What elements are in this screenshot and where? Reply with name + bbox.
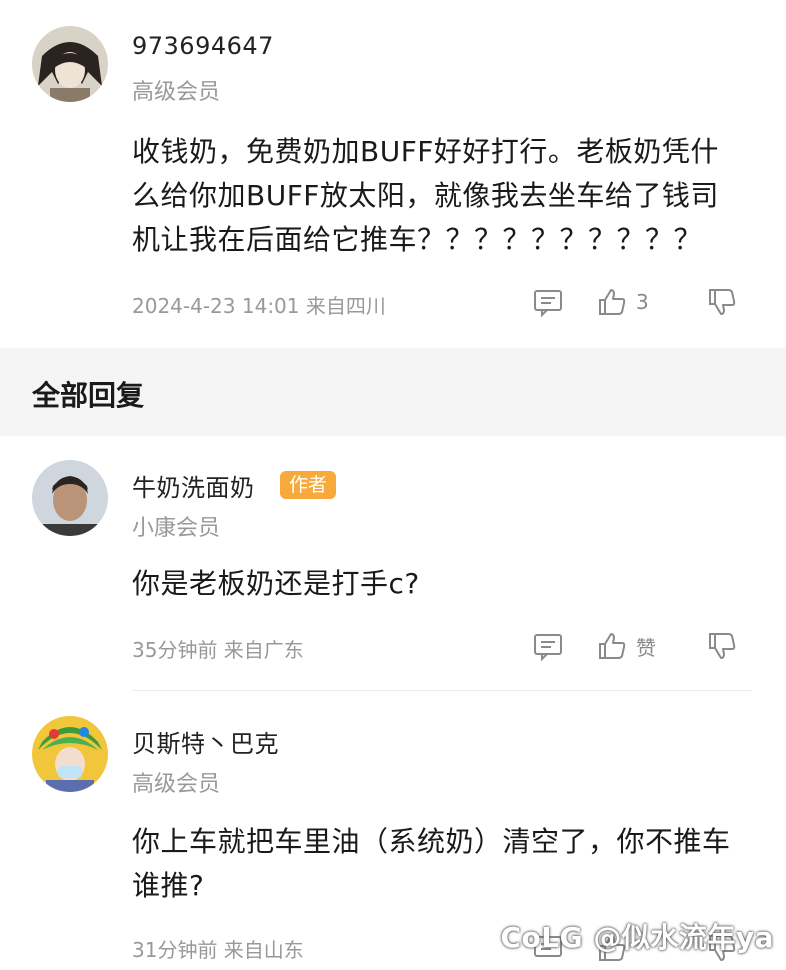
like-count: 3 (636, 290, 649, 314)
like-button[interactable]: 赞 (596, 630, 656, 662)
author-badge: 作者 (280, 471, 337, 499)
comment-actions: 3 (526, 284, 786, 324)
divider (132, 690, 752, 691)
thumbs-up-icon (599, 633, 626, 659)
member-level: 高级会员 (132, 772, 221, 797)
reply-meta: 35分钟前 来自广东 (132, 638, 304, 662)
comment-text: 收钱奶，免费奶加BUFF好好打行。老板奶凭什么给你加BUFF放太阳，就像我去坐车… (132, 135, 719, 256)
reply-actions: 赞 (526, 628, 786, 668)
member-level: 小康会员 (132, 516, 221, 541)
thumbs-down-icon (709, 633, 736, 659)
thumbs-up-icon (599, 289, 626, 315)
watermark: CoLG @似水流年ya (500, 921, 774, 954)
comment-icon (534, 290, 562, 318)
like-button[interactable]: 3 (596, 286, 649, 318)
avatar[interactable] (32, 26, 108, 102)
dislike-button[interactable] (706, 286, 738, 318)
username[interactable]: 973694647 (132, 32, 274, 60)
original-comment: 973694647 高级会员 收钱奶，免费奶加BUFF好好打行。老板奶凭什么给你… (0, 0, 786, 348)
reply-meta: 31分钟前 来自山东 (132, 938, 304, 962)
member-level: 高级会员 (132, 80, 221, 105)
username[interactable]: 牛奶洗面奶 (132, 468, 255, 503)
avatar[interactable] (32, 716, 108, 792)
reply-text: 你上车就把车里油（系统奶）清空了，你不推车谁推? (132, 825, 731, 902)
reply-button[interactable] (532, 286, 564, 318)
section-header: 全部回复 (0, 348, 786, 436)
reply-text: 你是老板奶还是打手c? (132, 567, 420, 600)
comment-meta: 2024-4-23 14:01 来自四川 (132, 294, 386, 318)
like-label: 赞 (636, 635, 656, 660)
username[interactable]: 贝斯特丶巴克 (132, 724, 279, 759)
comment-icon (534, 634, 562, 662)
reply-button[interactable] (532, 630, 564, 662)
avatar[interactable] (32, 460, 108, 536)
section-title: 全部回复 (32, 379, 145, 412)
dislike-button[interactable] (706, 630, 738, 662)
thumbs-down-icon (709, 289, 736, 315)
